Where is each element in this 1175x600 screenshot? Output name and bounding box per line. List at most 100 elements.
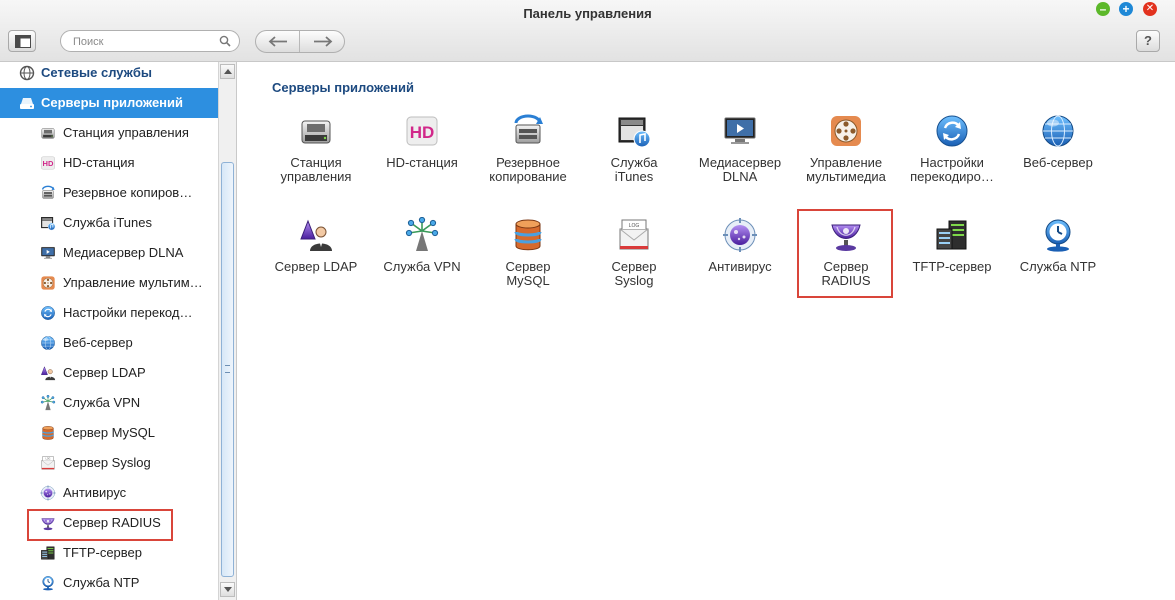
- app-label: Медиасервер DLNA: [698, 155, 782, 184]
- mysql-icon: [40, 425, 56, 441]
- sidebar-toggle-button[interactable]: [8, 30, 36, 52]
- scroll-up-button[interactable]: [220, 64, 235, 79]
- app-label: Резервное копирование: [489, 155, 567, 184]
- sidebar-item-label: Служба iTunes: [63, 215, 152, 230]
- app-label: Станция управления: [280, 155, 352, 184]
- sidebar-item-ldap[interactable]: Сервер LDAP: [0, 358, 218, 388]
- sidebar-item-hd-station[interactable]: HD-станция: [0, 148, 218, 178]
- app-web-server[interactable]: Веб-сервер: [1008, 113, 1108, 203]
- vpn-icon: [404, 217, 440, 253]
- sidebar-item-label: Сервер Syslog: [63, 455, 151, 470]
- sidebar-item-web-server[interactable]: Веб-сервер: [0, 328, 218, 358]
- sidebar-item-label: Антивирус: [63, 485, 127, 500]
- app-transcode[interactable]: Настройки перекодиро…: [902, 113, 1002, 203]
- help-button[interactable]: ?: [1136, 30, 1160, 52]
- app-multimedia[interactable]: Управление мультимедиа: [796, 113, 896, 203]
- back-button[interactable]: [256, 31, 300, 52]
- dlna-icon: [722, 113, 758, 149]
- sidebar-item-itunes[interactable]: Служба iTunes: [0, 208, 218, 238]
- app-syslog[interactable]: Сервер Syslog: [584, 217, 684, 307]
- app-label: Сервер LDAP: [274, 259, 358, 274]
- sidebar-scrollbar[interactable]: [218, 62, 236, 600]
- app-disk-station[interactable]: Станция управления: [266, 113, 366, 203]
- arrow-left-icon: [268, 36, 287, 47]
- transcode-icon: [40, 305, 56, 321]
- sidebar-item-label: Сетевые службы: [41, 65, 153, 80]
- sidebar-item-disk-station[interactable]: Станция управления: [0, 118, 218, 148]
- syslog-icon: [616, 217, 652, 253]
- sidebar-layout-icon: [15, 35, 31, 48]
- title-bar: Панель управления – + ✕ ?: [0, 0, 1175, 62]
- maximize-button[interactable]: +: [1119, 2, 1133, 16]
- sidebar-item-syslog[interactable]: Сервер Syslog: [0, 448, 218, 478]
- ntp-icon: [40, 575, 56, 591]
- app-itunes[interactable]: Служба iTunes: [584, 113, 684, 203]
- close-button[interactable]: ✕: [1143, 2, 1157, 16]
- application-servers-icon: [19, 95, 35, 111]
- arrow-right-icon: [314, 36, 333, 47]
- forward-button[interactable]: [301, 31, 345, 52]
- minimize-button[interactable]: –: [1096, 2, 1110, 16]
- sidebar-item-label: Служба NTP: [63, 575, 140, 590]
- section-title: Серверы приложений: [272, 80, 415, 95]
- sidebar-item-tftp[interactable]: TFTP-сервер: [0, 538, 218, 568]
- sidebar-item-label: Управление мультим…: [63, 275, 203, 290]
- web-server-icon: [1040, 113, 1076, 149]
- tftp-icon: [40, 545, 56, 561]
- itunes-icon: [40, 215, 56, 231]
- app-label: Сервер Syslog: [611, 259, 657, 288]
- app-antivirus[interactable]: Антивирус: [690, 217, 790, 307]
- app-label: TFTP-сервер: [912, 259, 992, 274]
- vpn-icon: [40, 395, 56, 411]
- dlna-icon: [40, 245, 56, 261]
- search-input[interactable]: [73, 34, 218, 49]
- sidebar-item-mysql[interactable]: Сервер MySQL: [0, 418, 218, 448]
- sidebar-item-dlna[interactable]: Медиасервер DLNA: [0, 238, 218, 268]
- app-hd-station[interactable]: HD-станция: [372, 113, 472, 203]
- syslog-icon: [40, 455, 56, 471]
- ldap-icon: [40, 365, 56, 381]
- sidebar-item-backup[interactable]: Резервное копиров…: [0, 178, 218, 208]
- antivirus-icon: [40, 485, 56, 501]
- app-ntp[interactable]: Служба NTP: [1008, 217, 1108, 307]
- sidebar-item-label: Сервер LDAP: [63, 365, 146, 380]
- web-server-icon: [40, 335, 56, 351]
- sidebar-item-multimedia[interactable]: Управление мультим…: [0, 268, 218, 298]
- sidebar-item-antivirus[interactable]: Антивирус: [0, 478, 218, 508]
- sidebar-item-label: Сервер MySQL: [63, 425, 156, 440]
- sidebar-item-network-services[interactable]: Сетевые службы: [0, 62, 218, 88]
- scroll-down-button[interactable]: [220, 582, 235, 597]
- tftp-icon: [934, 217, 970, 253]
- app-label: Служба iTunes: [610, 155, 658, 184]
- sidebar-item-vpn[interactable]: Служба VPN: [0, 388, 218, 418]
- mysql-icon: [510, 217, 546, 253]
- sidebar-item-label: HD-станция: [63, 155, 135, 170]
- antivirus-icon: [722, 217, 758, 253]
- sidebar: Сетевые службы Серверы приложений Станци…: [0, 62, 237, 600]
- ntp-icon: [1040, 217, 1076, 253]
- multimedia-icon: [828, 113, 864, 149]
- search-box: [60, 30, 240, 52]
- sidebar-item-label: Веб-сервер: [63, 335, 133, 350]
- radius-highlight-frame: [27, 509, 173, 541]
- sidebar-item-application-servers[interactable]: Серверы приложений: [0, 88, 218, 118]
- app-backup[interactable]: Резервное копирование: [478, 113, 578, 203]
- itunes-icon: [616, 113, 652, 149]
- search-icon[interactable]: [219, 35, 231, 47]
- app-mysql[interactable]: Сервер MySQL: [478, 217, 578, 307]
- scrollbar-thumb[interactable]: [221, 162, 234, 577]
- radius-app-highlight-frame: [797, 209, 893, 298]
- sidebar-item-ntp[interactable]: Служба NTP: [0, 568, 218, 598]
- transcode-icon: [934, 113, 970, 149]
- app-label: Управление мультимедиа: [806, 155, 886, 184]
- sidebar-item-label: TFTP-сервер: [63, 545, 143, 560]
- app-label: Антивирус: [708, 259, 772, 274]
- app-dlna[interactable]: Медиасервер DLNA: [690, 113, 790, 203]
- app-label: Настройки перекодиро…: [910, 155, 994, 184]
- app-vpn[interactable]: Служба VPN: [372, 217, 472, 307]
- app-tftp[interactable]: TFTP-сервер: [902, 217, 1002, 307]
- sidebar-item-transcode[interactable]: Настройки перекод…: [0, 298, 218, 328]
- app-ldap[interactable]: Сервер LDAP: [266, 217, 366, 307]
- disk-station-icon: [298, 113, 334, 149]
- ldap-icon: [298, 217, 334, 253]
